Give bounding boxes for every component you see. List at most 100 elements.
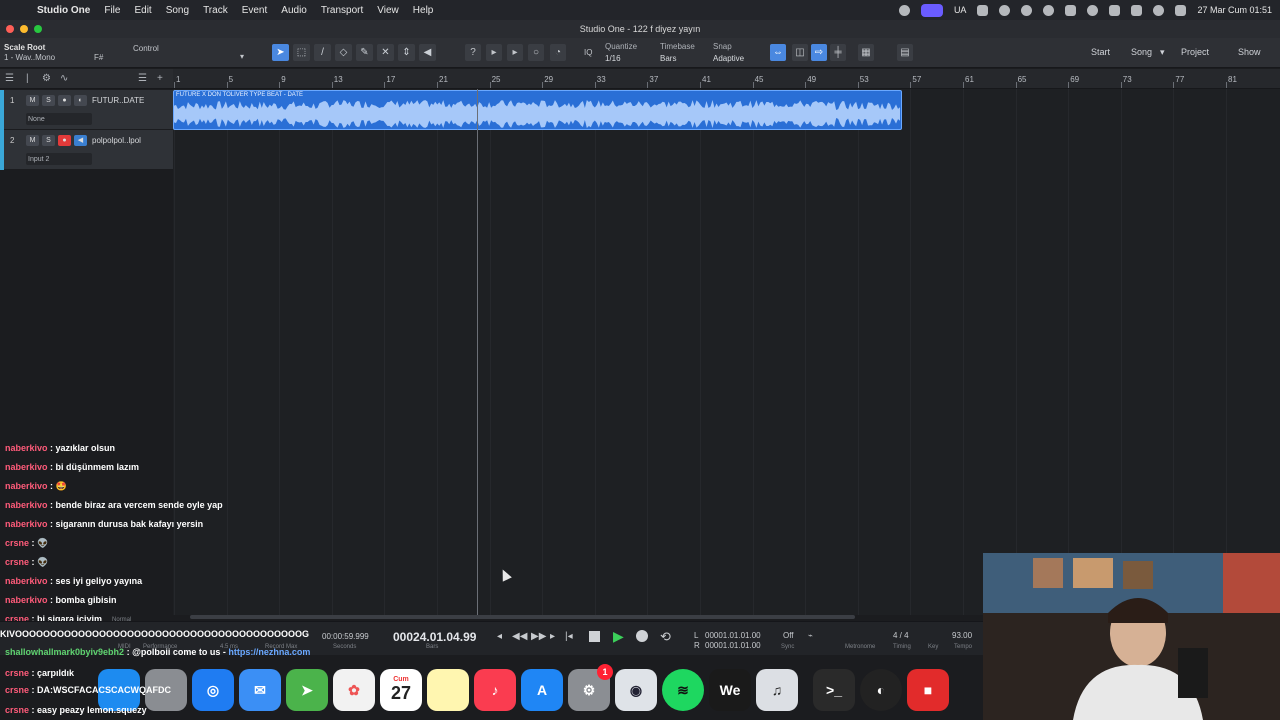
loop-icon[interactable]: ⟲	[660, 629, 671, 645]
keyboard-icon[interactable]	[920, 3, 943, 17]
metronome-icon[interactable]: ⌁	[808, 631, 813, 640]
grid-view-icon[interactable]: ▦	[858, 44, 874, 61]
system-settings-icon[interactable]: ⚙ 1	[568, 664, 613, 711]
loop-right-value[interactable]: 00001.01.01.00	[705, 641, 761, 650]
wifi-icon[interactable]	[1109, 4, 1121, 16]
horizontal-scrollbar[interactable]	[190, 615, 855, 619]
monitor-button[interactable]: ◐	[74, 95, 87, 106]
timebase-field[interactable]: Timebase Bars	[660, 41, 695, 65]
eraser-tool-icon[interactable]: ◇	[335, 44, 352, 61]
menu-help[interactable]: Help	[406, 5, 441, 16]
bend-tool-icon[interactable]: ⇕	[398, 44, 415, 61]
obs-icon[interactable]: ◐	[860, 669, 902, 711]
seconds-display[interactable]: 00:00:59.999	[322, 632, 369, 641]
record-icon[interactable]	[1021, 4, 1033, 16]
arrow-tool-icon[interactable]: ➤	[272, 44, 289, 61]
project-button[interactable]: Project	[1181, 47, 1209, 57]
studio-one-icon[interactable]: ◉	[615, 669, 657, 711]
mail-icon[interactable]: ✉	[239, 669, 281, 711]
track-name[interactable]: polpolpol..lpol	[92, 136, 141, 145]
timebase-value[interactable]: Bars	[660, 54, 676, 63]
solo-button[interactable]: S	[42, 95, 55, 106]
safari-icon[interactable]: ◎	[192, 669, 234, 711]
mute-button[interactable]: M	[26, 95, 39, 106]
song-chevron-icon[interactable]: ▾	[1160, 47, 1165, 58]
monitor-button[interactable]: ◀	[74, 135, 87, 146]
volume-icon[interactable]	[1065, 4, 1077, 16]
wechat-icon[interactable]: We	[709, 669, 751, 711]
timing-value[interactable]: 4 / 4	[893, 631, 909, 640]
input-language[interactable]: UA	[954, 5, 967, 15]
battery-icon[interactable]	[1131, 4, 1143, 16]
control-label[interactable]: Control	[133, 44, 159, 53]
mute-button[interactable]: M	[26, 135, 39, 146]
loop-left-value[interactable]: 00001.01.01.00	[705, 631, 761, 640]
maps-icon[interactable]: ➤	[286, 669, 328, 711]
calendar-icon[interactable]: Cum 27	[380, 669, 422, 711]
recorder-icon[interactable]: ■	[907, 669, 949, 711]
menu-transport[interactable]: Transport	[314, 5, 370, 16]
split-tool-icon[interactable]: /	[314, 44, 331, 61]
music-icon[interactable]: ♪	[474, 669, 516, 711]
marker-icon[interactable]: ⇨	[811, 44, 827, 61]
control-center-icon[interactable]	[898, 4, 910, 16]
solo-button[interactable]: S	[42, 135, 55, 146]
rewind-icon[interactable]: ◀◀	[512, 631, 527, 642]
range-icon[interactable]: ◫	[792, 44, 808, 61]
stop-icon[interactable]	[589, 631, 600, 642]
quantize-field[interactable]: Quantize 1/16	[605, 41, 637, 65]
user-icon[interactable]	[1087, 4, 1099, 16]
menu-app[interactable]: Studio One	[30, 5, 97, 16]
iq-label[interactable]: IQ	[584, 47, 592, 59]
close-button[interactable]	[6, 25, 14, 33]
menu-song[interactable]: Song	[159, 5, 196, 16]
arrangement-view[interactable]: FUTURE X DON TOLIVER TYPE BEAT - DATE	[173, 89, 1280, 615]
record-icon[interactable]	[636, 630, 648, 642]
add-track-icon[interactable]: +	[157, 73, 163, 84]
song-button[interactable]: Song	[1131, 47, 1152, 57]
range-tool-icon[interactable]: ⬚	[293, 44, 310, 61]
vpn-icon[interactable]	[977, 4, 989, 16]
track-name[interactable]: FUTUR..DATE	[92, 96, 144, 105]
zoom-button[interactable]	[34, 25, 42, 33]
prev-marker-icon[interactable]: ◂	[497, 631, 502, 642]
track-list-icon[interactable]: ☰	[5, 73, 14, 84]
search-icon[interactable]	[1153, 4, 1165, 16]
scale-root-panel[interactable]: Scale Root 1 - Wav..Mono F#	[4, 43, 103, 63]
menu-edit[interactable]: Edit	[127, 5, 158, 16]
show-button[interactable]: Show	[1238, 47, 1261, 57]
clock[interactable]: 27 Mar Cum 01:51	[1197, 5, 1272, 15]
quantize-value[interactable]: 1/16	[605, 54, 621, 63]
scale-root-value[interactable]: F#	[94, 53, 103, 63]
menu-icon[interactable]: ☰	[138, 73, 147, 84]
wrench-icon[interactable]: ⚙	[42, 73, 51, 84]
listen-tool-icon[interactable]: ◀	[419, 44, 436, 61]
automation-icon[interactable]: ∿	[60, 73, 68, 84]
return-zero-icon[interactable]: |◂	[565, 631, 573, 642]
autoscroll-icon[interactable]: ▸	[507, 44, 523, 61]
menu-track[interactable]: Track	[196, 5, 235, 16]
timeline-ruler[interactable]: 1 5 9 13 17 21 25 29 33 37 41 45 49 53 57 61 65 69 73 77 81	[173, 69, 1280, 89]
snap-grid-icon[interactable]: ⇔	[770, 44, 786, 61]
playhead[interactable]	[477, 89, 478, 615]
follow-icon[interactable]: ▸	[486, 44, 502, 61]
mixer-icon[interactable]: ▤	[897, 44, 913, 61]
snap-icon[interactable]: ◔	[550, 44, 566, 61]
tempo-value[interactable]: 93.00	[952, 631, 972, 640]
app-store-icon[interactable]: A	[521, 669, 563, 711]
split-view-icon[interactable]: ╪	[830, 44, 846, 61]
track-1[interactable]: 1 M S ● ◐ FUTUR..DATE None	[0, 90, 173, 130]
zoom-icon[interactable]: ○	[528, 44, 544, 61]
sync-value[interactable]: Off	[783, 631, 794, 640]
menu-file[interactable]: File	[97, 5, 127, 16]
bars-display[interactable]: 00024.01.04.99	[393, 630, 476, 644]
help-icon[interactable]: ?	[465, 44, 481, 61]
moon-icon[interactable]	[999, 4, 1011, 16]
menu-view[interactable]: View	[370, 5, 406, 16]
snap-field[interactable]: Snap Adaptive	[713, 41, 744, 65]
record-arm-button[interactable]: ●	[58, 135, 71, 146]
record-arm-button[interactable]: ●	[58, 95, 71, 106]
play-icon[interactable]	[1043, 4, 1055, 16]
menu-audio[interactable]: Audio	[274, 5, 314, 16]
chevron-down-icon[interactable]: ▾	[240, 52, 244, 61]
